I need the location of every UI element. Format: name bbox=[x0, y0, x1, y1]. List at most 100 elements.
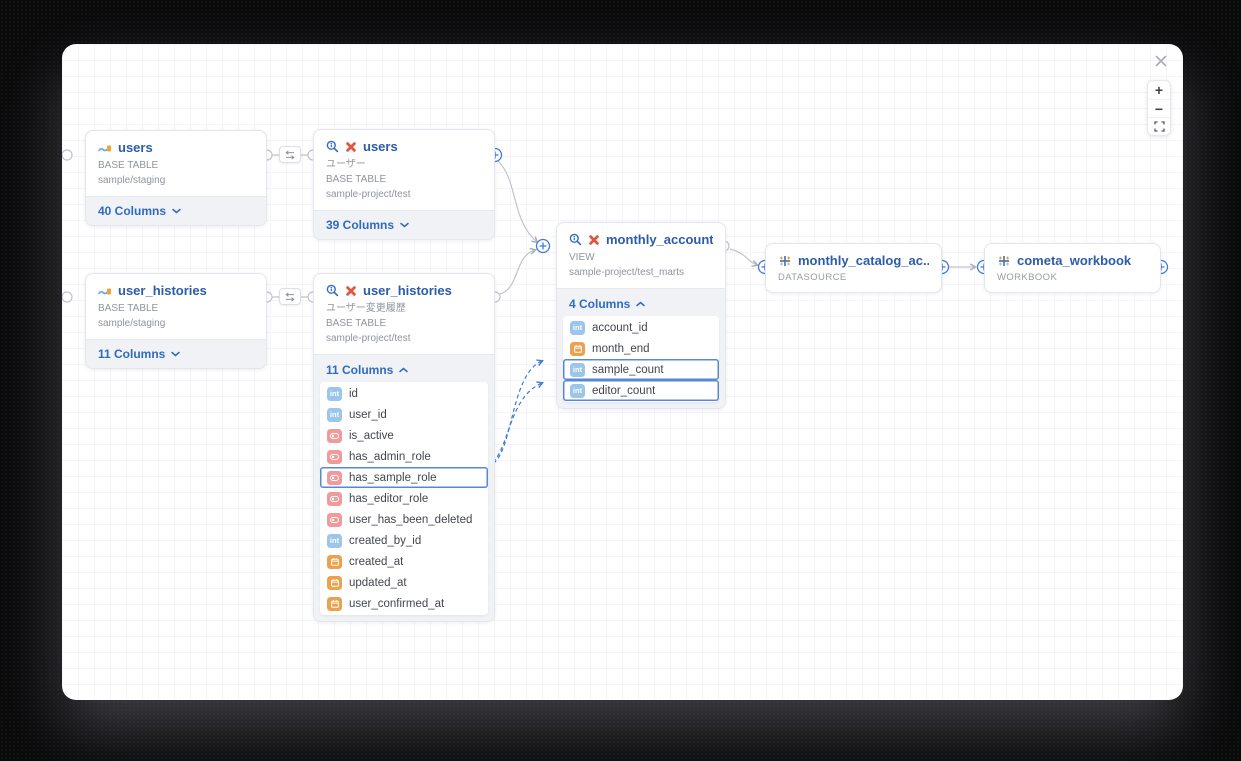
edge-users-to-monthly bbox=[497, 160, 539, 244]
datetime-type-icon bbox=[570, 341, 585, 356]
port-user-histories-staging-left bbox=[62, 291, 73, 303]
chevron-down-icon bbox=[171, 351, 181, 357]
node-cometa-workbook[interactable]: cometa_workbook WORKBOOK bbox=[984, 243, 1161, 293]
close-button[interactable] bbox=[1152, 52, 1170, 70]
fit-view-icon bbox=[1153, 121, 1165, 132]
node-title: user_histories bbox=[363, 283, 452, 298]
column-row-editor-count[interactable]: int editor_count bbox=[563, 380, 719, 401]
source-logo-icon bbox=[98, 285, 112, 296]
int-type-icon: int bbox=[327, 533, 342, 548]
node-path: sample/staging bbox=[98, 175, 166, 186]
node-users-staging[interactable]: users BASE TABLE sample/staging 40 Colum… bbox=[85, 130, 267, 226]
node-title: users bbox=[118, 140, 153, 155]
column-name: user_confirmed_at bbox=[349, 597, 445, 610]
column-row-sample-count[interactable]: int sample_count bbox=[563, 359, 719, 380]
search-info-icon[interactable] bbox=[326, 284, 339, 297]
node-monthly-account[interactable]: monthly_account_u... VIEW sample-project… bbox=[556, 222, 726, 409]
int-type-icon: int bbox=[570, 320, 585, 335]
source-logo-icon bbox=[98, 142, 112, 153]
node-user-histories-staging[interactable]: user_histories BASE TABLE sample/staging… bbox=[85, 273, 267, 369]
column-name: has_sample_role bbox=[349, 471, 437, 484]
chevron-up-icon bbox=[636, 301, 646, 307]
edge-column-has-sample-role-to-editor-count bbox=[486, 381, 544, 467]
node-users-test[interactable]: users ユーザー BASE TABLE sample-project/tes… bbox=[313, 129, 495, 240]
zoom-controls: + − bbox=[1147, 80, 1171, 136]
sync-transform-badge bbox=[279, 288, 301, 305]
chevron-up-icon bbox=[399, 367, 409, 373]
node-type: DATASOURCE bbox=[778, 272, 847, 283]
column-name: created_by_id bbox=[349, 534, 422, 547]
boolean-type-icon bbox=[327, 449, 342, 464]
column-name: editor_count bbox=[592, 384, 656, 397]
node-path: sample-project/test bbox=[326, 189, 411, 200]
zoom-out-button[interactable]: − bbox=[1148, 99, 1170, 117]
chevron-down-icon bbox=[400, 222, 409, 228]
columns-toggle[interactable]: 11 Columns bbox=[320, 360, 488, 382]
node-alias: ユーザー変更履歴 bbox=[326, 303, 406, 314]
column-name: is_active bbox=[349, 429, 394, 442]
columns-toggle[interactable]: 11 Columns bbox=[86, 339, 266, 368]
search-info-icon[interactable] bbox=[326, 140, 339, 153]
node-title: user_histories bbox=[118, 283, 207, 298]
tableau-icon bbox=[997, 254, 1011, 268]
lineage-canvas[interactable]: users BASE TABLE sample/staging 40 Colum… bbox=[62, 44, 1183, 700]
column-row-is-active[interactable]: is_active bbox=[320, 425, 488, 446]
column-name: created_at bbox=[349, 555, 404, 568]
column-row-user-id[interactable]: int user_id bbox=[320, 404, 488, 425]
column-row-account-id[interactable]: int account_id bbox=[563, 317, 719, 338]
columns-toggle[interactable]: 4 Columns bbox=[563, 294, 719, 316]
chevron-down-icon bbox=[172, 208, 181, 214]
columns-count-label: 40 Columns bbox=[98, 204, 167, 218]
node-path: sample-project/test bbox=[326, 333, 411, 344]
node-monthly-catalog-datasource[interactable]: monthly_catalog_ac... DATASOURCE bbox=[765, 243, 942, 293]
column-row-updated-at[interactable]: updated_at bbox=[320, 572, 488, 593]
node-path: sample-project/test_marts bbox=[569, 267, 685, 278]
datetime-type-icon bbox=[327, 575, 342, 590]
column-row-created-at[interactable]: created_at bbox=[320, 551, 488, 572]
close-icon bbox=[1155, 55, 1167, 67]
column-name: has_editor_role bbox=[349, 492, 429, 505]
fit-view-button[interactable] bbox=[1148, 117, 1170, 135]
column-name: user_id bbox=[349, 408, 387, 421]
int-type-icon: int bbox=[570, 362, 585, 377]
node-user-histories-test[interactable]: user_histories ユーザー変更履歴 BASE TABLE sampl… bbox=[313, 273, 495, 622]
columns-toggle[interactable]: 39 Columns bbox=[314, 210, 494, 239]
datetime-type-icon bbox=[327, 554, 342, 569]
column-list: int id int user_id is_active has_admin_r… bbox=[320, 382, 488, 615]
column-row-has-editor-role[interactable]: has_editor_role bbox=[320, 488, 488, 509]
int-type-icon: int bbox=[570, 383, 585, 398]
columns-count-label: 11 Columns bbox=[98, 347, 166, 361]
column-row-user-confirmed-at[interactable]: user_confirmed_at bbox=[320, 593, 488, 614]
edge-monthly-to-datasource bbox=[729, 248, 759, 268]
expand-plus-port-monthly-left[interactable] bbox=[535, 238, 551, 254]
column-row-id[interactable]: int id bbox=[320, 383, 488, 404]
column-name: account_id bbox=[592, 321, 648, 334]
edge-user-histories-to-monthly bbox=[499, 247, 538, 295]
node-type: WORKBOOK bbox=[997, 272, 1058, 283]
node-type: BASE TABLE bbox=[326, 174, 387, 185]
column-row-created-by-id[interactable]: int created_by_id bbox=[320, 530, 488, 551]
int-type-icon: int bbox=[327, 386, 342, 401]
columns-count-label: 11 Columns bbox=[326, 363, 394, 377]
columns-count-label: 39 Columns bbox=[326, 218, 395, 232]
dbt-error-x-icon bbox=[345, 285, 357, 297]
column-row-has-admin-role[interactable]: has_admin_role bbox=[320, 446, 488, 467]
boolean-type-icon bbox=[327, 491, 342, 506]
column-name: has_admin_role bbox=[349, 450, 431, 463]
column-name: user_has_been_deleted bbox=[349, 513, 473, 526]
column-name: id bbox=[349, 387, 358, 400]
columns-toggle[interactable]: 40 Columns bbox=[86, 196, 266, 225]
column-row-has-sample-role[interactable]: has_sample_role bbox=[320, 467, 488, 488]
datetime-type-icon bbox=[327, 596, 342, 611]
node-alias: ユーザー bbox=[326, 159, 366, 170]
column-name: updated_at bbox=[349, 576, 407, 589]
column-row-month-end[interactable]: month_end bbox=[563, 338, 719, 359]
node-title: users bbox=[363, 139, 398, 154]
search-info-icon[interactable] bbox=[569, 233, 582, 246]
column-list: int account_id month_end int sample_coun… bbox=[563, 316, 719, 402]
port-users-staging-left bbox=[62, 149, 73, 161]
zoom-in-button[interactable]: + bbox=[1148, 81, 1170, 99]
column-row-user-has-been-deleted[interactable]: user_has_been_deleted bbox=[320, 509, 488, 530]
int-type-icon: int bbox=[327, 407, 342, 422]
node-type: BASE TABLE bbox=[98, 160, 159, 171]
